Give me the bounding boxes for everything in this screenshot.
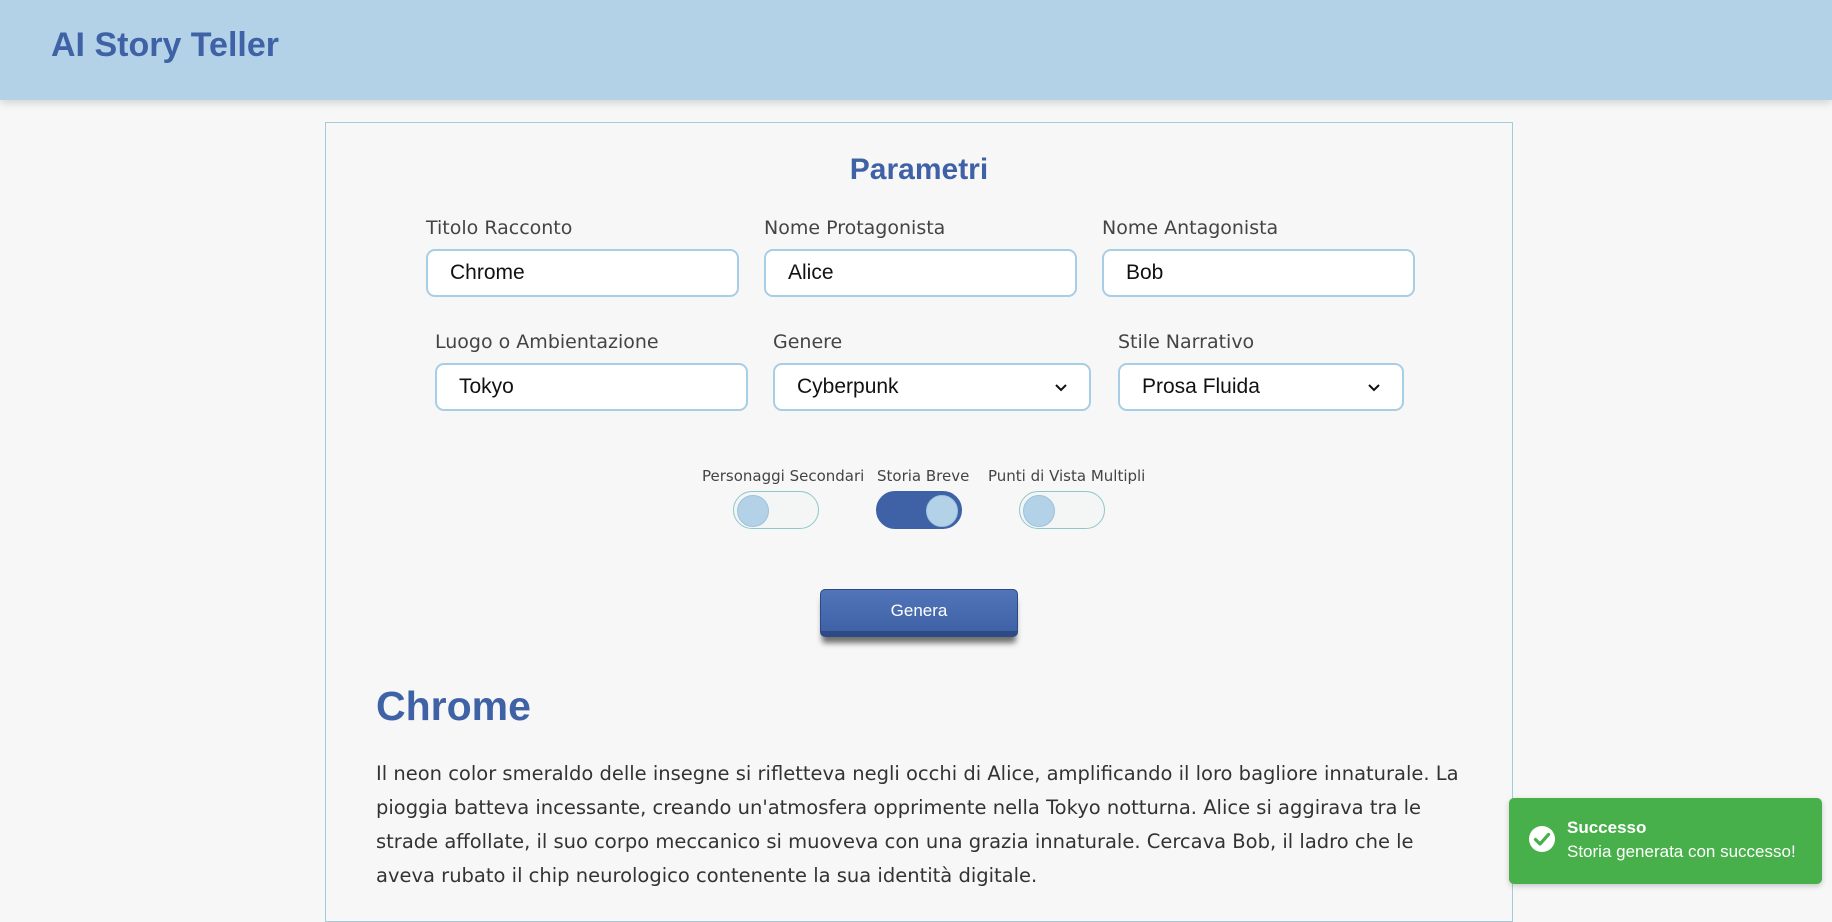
field-titolo: Titolo Racconto Chrome [426,217,739,297]
toggle-punti-di-vista-multipli[interactable] [1019,491,1105,529]
field-stile-label: Stile Narrativo [1118,331,1255,353]
field-antagonista-label: Nome Antagonista [1102,217,1279,239]
field-antagonista: Nome Antagonista Bob [1102,217,1415,297]
toggle-label-personaggi: Personaggi Secondari [702,467,865,485]
check-circle-icon [1529,826,1555,852]
generate-button[interactable]: Genera [820,589,1018,637]
stile-select[interactable]: Prosa Fluida [1118,363,1404,411]
story-text: Il neon color smeraldo delle insegne si … [376,762,1459,887]
field-genere-label: Genere [773,331,843,353]
toggle-label-storia-breve: Storia Breve [877,467,970,485]
story-title: Chrome [376,683,531,729]
success-toast[interactable]: Successo Storia generata con successo! [1509,798,1822,884]
field-genere: Genere Cyberpunk [773,331,1091,411]
protagonista-input[interactable]: Alice [764,249,1077,297]
chevron-down-icon [1055,384,1067,392]
luogo-input-value: Tokyo [459,375,514,398]
chevron-down-icon [1368,384,1380,392]
genere-select-value: Cyberpunk [797,375,899,398]
toggle-storia-breve[interactable] [876,491,962,529]
field-stile: Stile Narrativo Prosa Fluida [1118,331,1404,411]
protagonista-input-value: Alice [788,261,834,284]
genere-select[interactable]: Cyberpunk [773,363,1091,411]
antagonista-input[interactable]: Bob [1102,249,1415,297]
toast-title: Successo [1567,818,1647,837]
titolo-input-value: Chrome [450,261,525,284]
toggle-knob [1023,495,1055,527]
section-title: Parametri [849,153,989,186]
toggle-personaggi-secondari[interactable] [733,491,819,529]
parameters-panel: Parametri Titolo Racconto Chrome Nome Pr… [325,122,1513,922]
toast-message: Storia generata con successo! [1567,842,1796,861]
app-title: AI Story Teller [51,26,279,64]
toggle-knob [926,495,958,527]
toggle-label-punti-di-vista: Punti di Vista Multipli [988,467,1146,485]
stile-select-value: Prosa Fluida [1142,375,1260,398]
field-protagonista: Nome Protagonista Alice [764,217,1077,297]
field-protagonista-label: Nome Protagonista [764,217,946,239]
app-header: AI Story Teller [0,0,1832,100]
titolo-input[interactable]: Chrome [426,249,739,297]
field-luogo: Luogo o Ambientazione Tokyo [435,331,748,411]
field-titolo-label: Titolo Racconto [426,217,573,239]
field-luogo-label: Luogo o Ambientazione [435,331,659,353]
antagonista-input-value: Bob [1126,261,1164,284]
luogo-input[interactable]: Tokyo [435,363,748,411]
toggle-knob [737,495,769,527]
